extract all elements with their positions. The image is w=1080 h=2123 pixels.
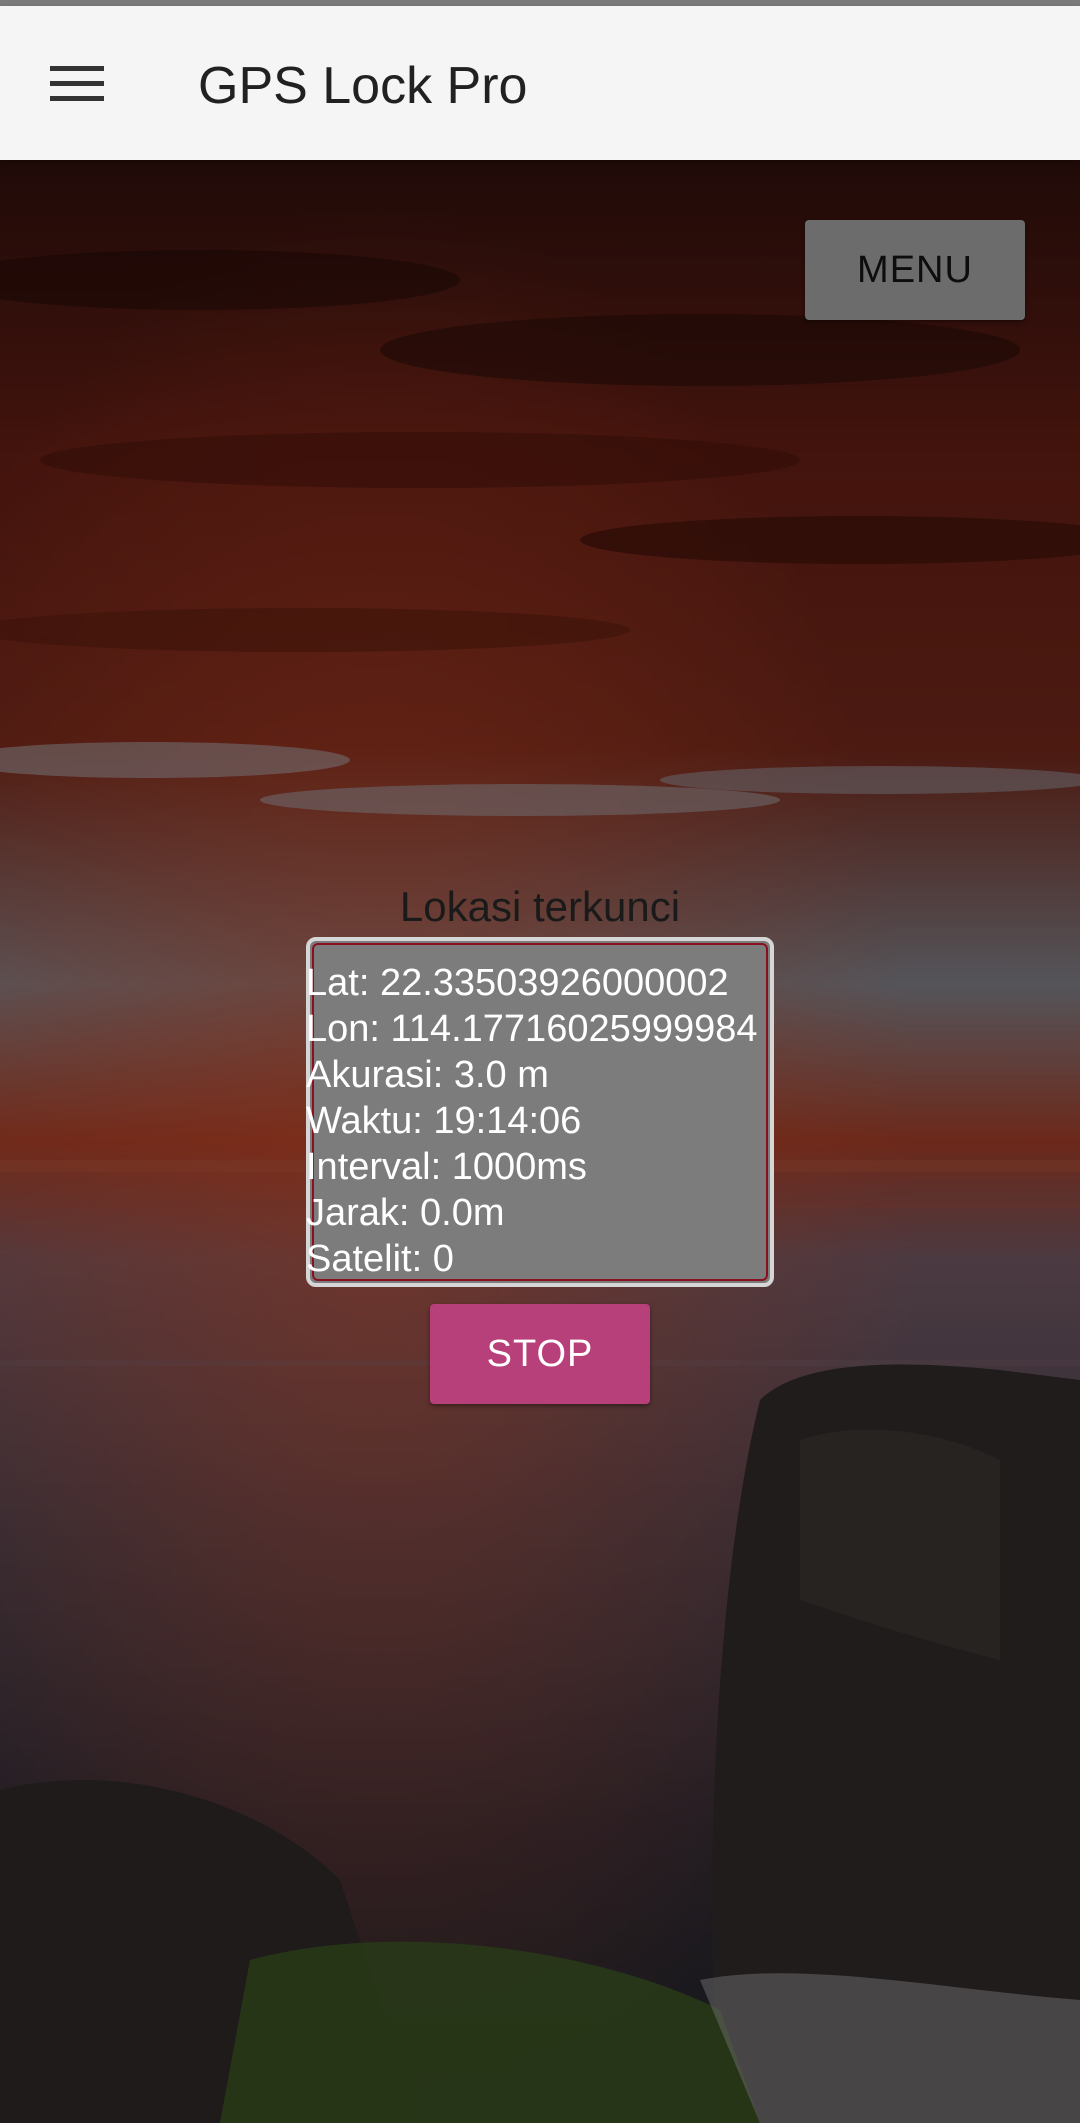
menu-button[interactable]: MENU [805, 220, 1025, 320]
lock-status-label: Lokasi terkunci [399, 883, 681, 930]
time-text: Waktu: 19:14:06 [306, 1100, 582, 1142]
app-title: GPS Lock Pro [198, 57, 528, 115]
app-bar: GPS Lock Pro [0, 6, 1080, 160]
stop-button[interactable]: STOP [430, 1304, 650, 1404]
longitude-text: Lon: 114.17716025999984 [306, 1008, 758, 1050]
satellites-text: Satelit: 0 [306, 1238, 454, 1280]
distance-text: Jarak: 0.0m [306, 1192, 505, 1234]
hamburger-menu-icon[interactable] [50, 64, 104, 104]
accuracy-text: Akurasi: 3.0 m [306, 1054, 549, 1096]
latitude-text: Lat: 22.33503926000002 [306, 962, 729, 1004]
interval-text: Interval: 1000ms [306, 1146, 587, 1188]
location-info-lines: Lat: 22.33503926000002 Lon: 114.17716025… [306, 960, 786, 1282]
